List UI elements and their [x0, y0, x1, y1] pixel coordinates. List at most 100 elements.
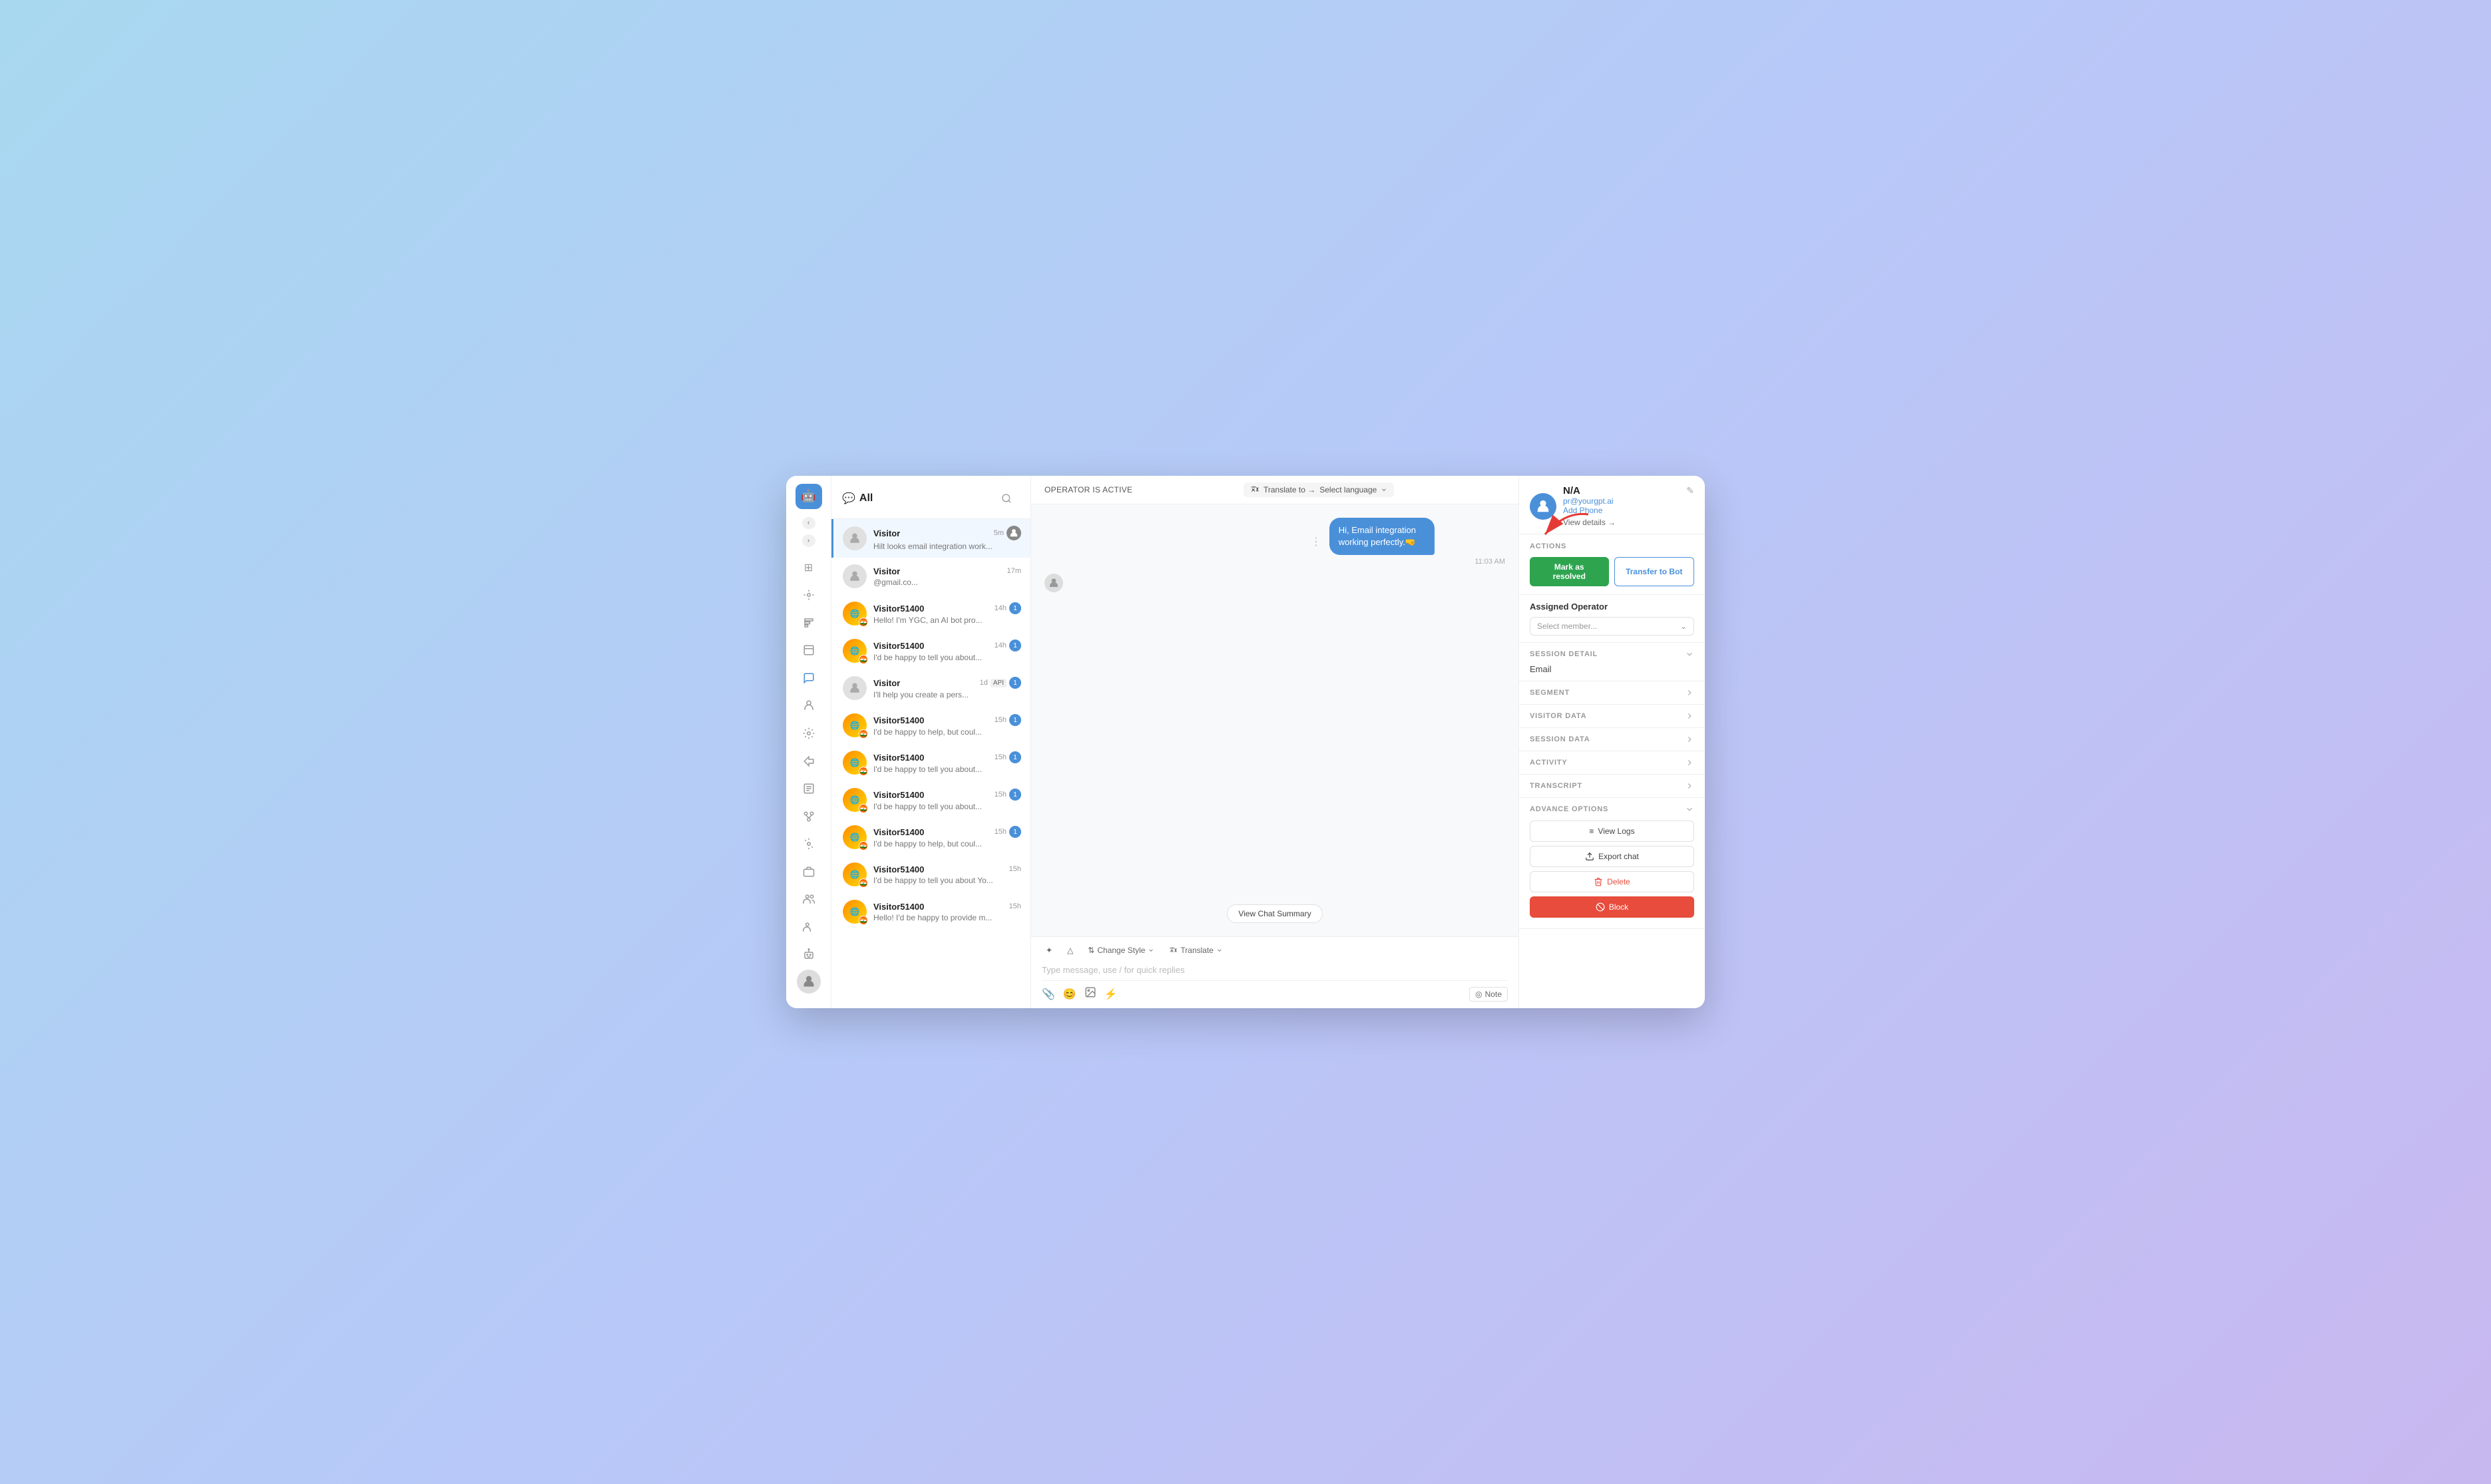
segment-section[interactable]: SEGMENT	[1519, 681, 1705, 705]
advance-options-section: ADVANCE OPTIONS ≡ View Logs Export chat …	[1519, 798, 1705, 929]
attach-icon[interactable]: 📎	[1042, 988, 1055, 1001]
transcript-header: TRANSCRIPT	[1530, 781, 1694, 791]
emoji-icon[interactable]: 😊	[1063, 988, 1076, 1001]
list-item[interactable]: 🌐 🇮🇳 Visitor51400 15h Hello! I'd be happ…	[831, 893, 1030, 930]
contact-info: N/A pr@yourgpt.ai Add Phone View details…	[1530, 485, 1616, 527]
translate-button[interactable]: Translate	[1165, 944, 1227, 957]
chat-item-content: Visitor51400 15h 1 I'd be happy to tell …	[873, 751, 1021, 774]
session-data-section[interactable]: SESSION DATA	[1519, 728, 1705, 751]
session-detail-content: Email	[1530, 664, 1694, 674]
view-details-link[interactable]: View details →	[1563, 518, 1616, 527]
sidebar-item-settings2[interactable]	[795, 831, 822, 856]
list-item[interactable]: 🌐 🇮🇳 Visitor51400 14h 1 Hello! I'm YGC, …	[831, 595, 1030, 632]
sidebar-item-notes[interactable]	[795, 776, 822, 801]
chevron-right-icon	[1685, 758, 1694, 767]
chat-list: 💬 All Visitor 5m	[831, 476, 1031, 1008]
chat-input[interactable]	[1042, 962, 1508, 978]
bolt-icon[interactable]: ⚡	[1104, 988, 1118, 1001]
segment-header: SEGMENT	[1530, 688, 1694, 697]
chat-input-area: ✦ △ ⇅ Change Style Translate 📎	[1031, 936, 1518, 1008]
receiver-row	[1044, 574, 1505, 592]
chat-list-header: 💬 All	[831, 476, 1030, 519]
session-detail-header: SESSION DETAIL	[1530, 649, 1694, 659]
sidebar-item-team[interactable]	[795, 886, 822, 912]
chevron-left-icon: ‹	[807, 519, 809, 526]
delete-button[interactable]: Delete	[1530, 871, 1694, 892]
sidebar-item-inbox[interactable]	[795, 638, 822, 663]
chat-bottom-bar: 📎 😊 ⚡ ◎ Note	[1042, 980, 1508, 1002]
chat-item-avatar: 🌐 🇮🇳	[843, 751, 867, 775]
message-options-icon[interactable]: ⋮	[1308, 532, 1324, 551]
list-item[interactable]: 🌐 🇮🇳 Visitor51400 15h 1 I'd be happy to …	[831, 781, 1030, 819]
translate-btn-icon	[1169, 946, 1178, 955]
chat-items-list: Visitor 5m Hilt looks email integration …	[831, 519, 1030, 1008]
list-item[interactable]: 🌐 🇮🇳 Visitor51400 15h 1 I'd be happy to …	[831, 744, 1030, 781]
sidebar-item-settings[interactable]	[795, 721, 822, 746]
sidebar-expand-btn[interactable]: ›	[802, 534, 815, 547]
note-button[interactable]: ◎ Note	[1469, 987, 1508, 1002]
chat-toolbar: ✦ △ ⇅ Change Style Translate	[1042, 944, 1508, 957]
mark-as-resolved-button[interactable]: Mark as resolved	[1530, 557, 1609, 586]
transcript-section[interactable]: TRANSCRIPT	[1519, 775, 1705, 798]
sidebar-item-contacts[interactable]	[795, 693, 822, 719]
activity-section[interactable]: ACTIVITY	[1519, 751, 1705, 775]
advance-options-header[interactable]: ADVANCE OPTIONS	[1530, 805, 1694, 814]
chat-item-content: Visitor51400 15h 1 I'd be happy to help,…	[873, 714, 1021, 737]
transfer-to-bot-button[interactable]: Transfer to Bot	[1614, 557, 1695, 586]
contact-details: N/A pr@yourgpt.ai Add Phone View details…	[1563, 485, 1616, 527]
list-item[interactable]: Visitor 5m Hilt looks email integration …	[831, 519, 1030, 558]
sparkle-button[interactable]: ✦	[1042, 944, 1056, 957]
list-item[interactable]: 🌐 🇮🇳 Visitor51400 15h 1 I'd be happy to …	[831, 819, 1030, 856]
view-chat-summary-button[interactable]: View Chat Summary	[1227, 904, 1322, 923]
sidebar-item-briefcase[interactable]	[795, 859, 822, 884]
sidebar-collapse-btn[interactable]: ‹	[802, 517, 815, 530]
chevron-right-icon	[1685, 781, 1694, 791]
message-time: 11:03 AM	[1329, 558, 1505, 566]
change-style-button[interactable]: ⇅ Change Style	[1084, 944, 1158, 957]
contact-avatar	[1530, 493, 1556, 520]
chat-top-bar: OPERATOR IS ACTIVE Translate to → Select…	[1031, 476, 1518, 504]
sidebar-item-chats[interactable]	[795, 665, 822, 691]
actions-section: ACTIONS Mark as resolved Transfer to Bot	[1519, 534, 1705, 595]
triangle-button[interactable]: △	[1063, 944, 1077, 957]
sidebar-item-bot[interactable]	[795, 942, 822, 968]
list-item[interactable]: 🌐 🇮🇳 Visitor51400 14h 1 I'd be happy to …	[831, 632, 1030, 669]
chat-item-avatar: 🌐 🇮🇳	[843, 602, 867, 626]
search-button[interactable]	[993, 485, 1020, 512]
chat-item-avatar: 🌐 🇮🇳	[843, 825, 867, 849]
list-item[interactable]: Visitor 1d API 1 I'll help you create a …	[831, 669, 1030, 707]
user-avatar[interactable]	[797, 970, 821, 994]
sidebar-item-campaigns[interactable]	[795, 610, 822, 636]
list-item[interactable]: 🌐 🇮🇳 Visitor51400 15h 1 I'd be happy to …	[831, 707, 1030, 744]
list-item[interactable]: Visitor 17m @gmail.co...	[831, 558, 1030, 595]
select-member-dropdown[interactable]: Select member... ⌄	[1530, 617, 1694, 636]
sidebar-logo[interactable]: 🤖	[795, 484, 822, 509]
view-logs-button[interactable]: ≡ View Logs	[1530, 821, 1694, 842]
edit-icon[interactable]: ✎	[1686, 485, 1694, 496]
right-panel-header: N/A pr@yourgpt.ai Add Phone View details…	[1519, 476, 1705, 534]
image-icon[interactable]	[1084, 986, 1096, 1002]
message-wrapper: ⋮ Hi, Email integration working perfectl…	[1044, 518, 1505, 566]
sidebar-item-dashboard[interactable]: ⊞	[795, 555, 822, 580]
chevron-updown-icon	[1148, 947, 1154, 954]
triangle-icon: △	[1067, 946, 1073, 955]
message-text: Hi, Email integration working perfectly.…	[1329, 518, 1435, 555]
chat-item-avatar	[843, 526, 867, 550]
chat-item-content: Visitor51400 15h Hello! I'd be happy to …	[873, 902, 1021, 922]
translate-bar[interactable]: Translate to → Select language	[1244, 482, 1394, 497]
sidebar-item-flows[interactable]	[795, 804, 822, 829]
block-button[interactable]: Block	[1530, 896, 1694, 918]
export-chat-button[interactable]: Export chat	[1530, 846, 1694, 867]
sidebar-item-broadcast[interactable]	[795, 583, 822, 608]
chevron-right-icon	[1685, 688, 1694, 697]
visitor-data-section[interactable]: VISITOR DATA	[1519, 705, 1705, 728]
chat-item-content: Visitor 17m @gmail.co...	[873, 566, 1021, 587]
list-item[interactable]: 🌐 🇮🇳 Visitor51400 15h I'd be happy to te…	[831, 856, 1030, 893]
trash-icon	[1594, 877, 1603, 886]
chat-item-content: Visitor 5m Hilt looks email integration …	[873, 526, 1021, 551]
chevron-down-icon	[1685, 805, 1694, 814]
sidebar-item-team2[interactable]	[795, 914, 822, 940]
sidebar-item-return[interactable]	[795, 749, 822, 774]
activity-header: ACTIVITY	[1530, 758, 1694, 767]
session-detail-section[interactable]: SESSION DETAIL Email	[1519, 643, 1705, 681]
